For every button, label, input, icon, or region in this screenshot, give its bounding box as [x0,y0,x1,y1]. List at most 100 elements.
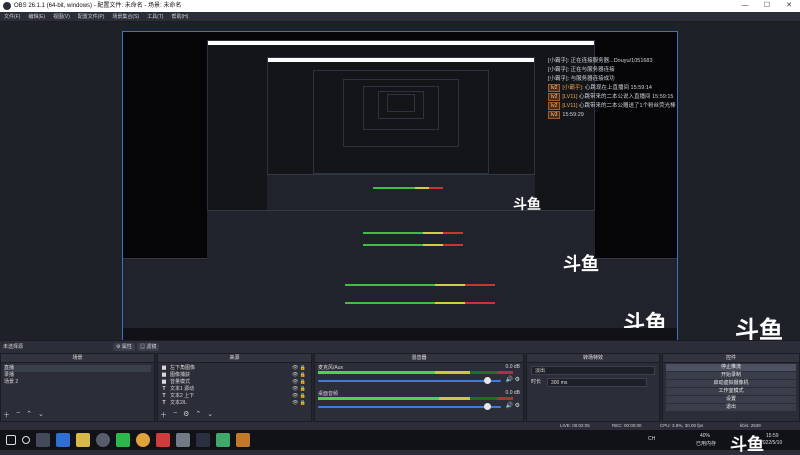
controls-dock: 控件 停止推流 开始录制 启动虚拟摄像机 工作室模式 设置 退出 [662,353,800,422]
capture-source-icon: ▦ [161,372,167,378]
scenes-list: 直播 录播 场景 2 [1,363,154,388]
menu-view[interactable]: 视图(V) [49,12,74,21]
app-icon-red[interactable] [156,433,170,447]
properties-button[interactable]: ⚙ 属性 [113,343,135,351]
add-scene-icon[interactable]: ＋ [3,410,10,420]
menu-tools[interactable]: 工具(T) [143,12,167,21]
move-up-icon[interactable]: ⌃ [195,410,201,420]
chat-line: lv2 [LV11] 心跳带来的二本公赠送了1个粉丝荧光棒 [548,102,788,111]
live-timer: LIVE: 00:02:05 [560,423,590,428]
preview-area[interactable]: 斗鱼 斗鱼 斗鱼 [小霸乎]: 正在连接服务器...Douyu/1051683 … [0,22,800,344]
memory-label: 已用内存 [696,441,717,447]
text-source-icon: T [162,400,166,406]
scenes-dock: 场景 直播 录播 场景 2 ＋ − ⌃ ⌄ [0,353,155,422]
chrome-icon[interactable] [136,433,150,447]
channel-label: 桌面音频 [318,391,339,397]
obs-taskbar-icon[interactable] [96,433,110,447]
close-button[interactable]: ✕ [778,0,800,12]
volume-slider[interactable] [318,380,501,382]
rec-timer: REC: 00:00:00 [612,423,642,428]
task-view-icon[interactable] [36,433,50,447]
scene-item[interactable]: 直播 [4,365,151,372]
source-settings-icon[interactable]: ⚙ [183,410,189,420]
app-icon-green[interactable] [216,433,230,447]
move-down-icon[interactable]: ⌄ [207,410,213,420]
windows-start-icon[interactable] [6,435,16,445]
duration-row: 时长 300 ms [531,378,655,387]
chat-line: lv2 [LV11] 心跳带来的二本公说入直播间 15:59:15 [548,93,788,102]
source-item[interactable]: ▦ 图像捕获 👁 🔒 [161,372,308,379]
clock-date: 2022/5/10 [760,440,783,446]
duration-label: 时长 [531,379,542,385]
status-bar: LIVE: 00:02:05 REC: 00:00:00 CPU: 3.8%, … [0,422,800,430]
mirror-meter-1 [345,284,495,286]
visibility-lock-icons[interactable]: 👁 🔒 [292,393,306,400]
menu-scene-collection[interactable]: 场景集合(S) [108,12,143,21]
no-source-label: 未选择源 [3,344,24,350]
user-level-badge: lv2 [548,93,561,101]
volume-slider[interactable] [318,406,501,408]
remove-scene-icon[interactable]: − [16,410,20,420]
move-down-icon[interactable]: ⌄ [38,410,44,420]
mixer-dock: 混音器 麦克风/Aux 0.0 dB 🔊 ⚙ 桌面音频 0.0 dB 🔊 ⚙ [314,353,524,422]
transitions-dock: 转场特效 淡出 时长 300 ms [526,353,660,422]
minimize-button[interactable]: — [734,0,756,12]
visibility-lock-icons[interactable]: 👁 🔒 [292,400,306,407]
visibility-lock-icons[interactable]: 👁 🔒 [292,372,306,379]
search-icon[interactable] [22,436,30,444]
menu-file[interactable]: 文件(F) [0,12,24,21]
app-icon-dark[interactable] [196,433,210,447]
visibility-lock-icons[interactable]: 👁 🔒 [292,386,306,393]
chat-line: [小霸乎]: 正在连接服务器...Douyu/1051683 [548,58,653,64]
source-item[interactable]: ▦ 左下角图像 👁 🔒 [161,365,308,372]
menu-bar: 文件(F) 编辑(E) 视图(V) 配置文件(P) 场景集合(S) 工具(T) … [0,12,800,22]
menu-edit[interactable]: 编辑(E) [24,12,49,21]
menu-help[interactable]: 帮助(H) [167,12,192,21]
visibility-lock-icons[interactable]: 👁 🔒 [292,365,306,372]
app-icon-blue[interactable] [56,433,70,447]
volume-slider-handle[interactable] [484,403,491,410]
obs-icon [3,2,11,10]
studio-mode-button[interactable]: 工作室模式 [666,388,796,395]
maximize-button[interactable]: ☐ [756,0,778,12]
sources-list: ▦ 左下角图像 👁 🔒 ▦ 图像捕获 👁 🔒 ▦ 音量模式 👁 🔒 T 文本1 源动 👁 🔒 T… [158,363,311,409]
volume-slider-handle[interactable] [484,377,491,384]
wechat-icon[interactable] [116,433,130,447]
menu-profile[interactable]: 配置文件(P) [74,12,109,21]
source-item[interactable]: ▦ 音量模式 👁 🔒 [161,379,308,386]
source-item[interactable]: T 文本2 上下 👁 🔒 [161,393,308,400]
speaker-gear-icons[interactable]: 🔊 ⚙ [505,402,520,409]
visibility-lock-icons[interactable]: 👁 🔒 [292,379,306,386]
app-icon-grey[interactable] [176,433,190,447]
user-level-badge: lv2 [548,102,561,110]
mixer-header: 混音器 [315,354,523,363]
channel-label: 麦克风/Aux [318,365,344,371]
scene-item[interactable]: 录播 [4,372,151,379]
source-item[interactable]: T 文本1 源动 👁 🔒 [161,386,308,393]
speaker-gear-icons[interactable]: 🔊 ⚙ [505,376,520,383]
source-item[interactable]: T 文本2/L 👁 🔒 [161,400,308,407]
add-source-icon[interactable]: ＋ [160,410,167,420]
start-recording-button[interactable]: 开始录制 [666,372,796,379]
settings-button[interactable]: 设置 [666,396,796,403]
virtual-camera-button[interactable]: 启动虚拟摄像机 [666,380,796,387]
app-icon-orange[interactable] [236,433,250,447]
sources-header: 来源 [158,354,311,363]
exit-button[interactable]: 退出 [666,404,796,411]
bitrate: kb/s: 2539 [740,423,761,428]
scene-item[interactable]: 场景 2 [4,379,151,386]
move-up-icon[interactable]: ⌃ [26,410,32,420]
chat-overlay: [小霸乎]: 正在连接服务器...Douyu/1051683 [小霸乎]: 正在… [548,57,788,120]
volume-meter [318,371,513,374]
app-icon-yellow[interactable] [76,433,90,447]
duration-input[interactable]: 300 ms [547,378,647,387]
remove-source-icon[interactable]: − [173,410,177,420]
filters-button[interactable]: ▤ 滤镜 [137,343,160,351]
text-source-icon: T [162,386,166,392]
transition-select[interactable]: 淡出 [531,366,655,375]
ch-indicator[interactable]: CH [648,436,655,442]
mirror-meter-4 [363,244,463,246]
douyu-tray-logo: 斗鱼 [730,435,764,455]
stop-stream-button[interactable]: 停止推流 [666,364,796,371]
mirror-meter-2 [345,302,495,304]
